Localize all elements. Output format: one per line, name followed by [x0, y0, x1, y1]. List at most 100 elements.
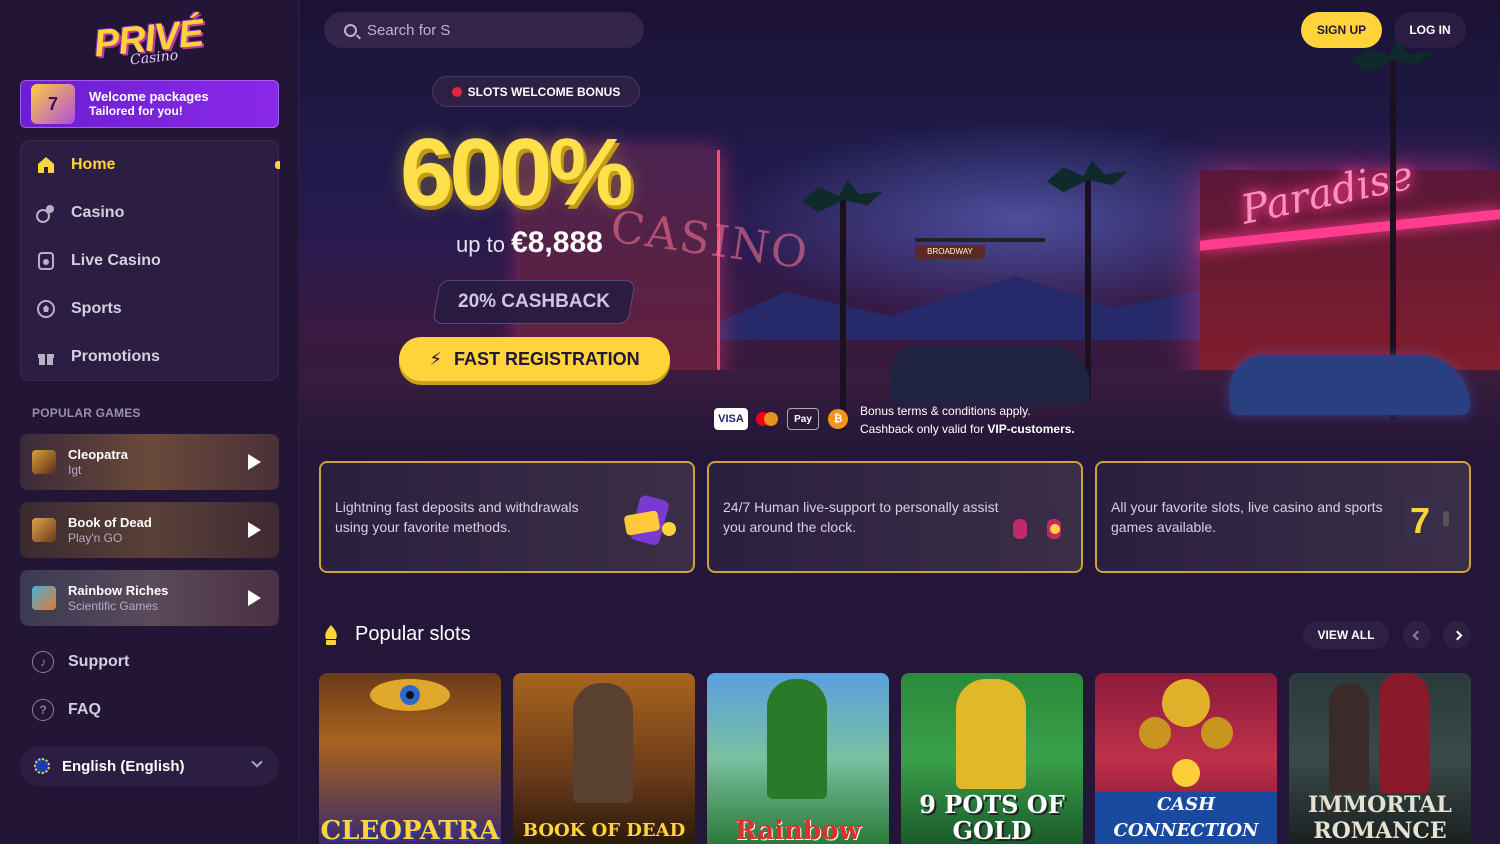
game-thumbnail [32, 586, 56, 610]
headset-icon [1007, 489, 1067, 549]
apple-pay-icon: Pay [787, 408, 819, 430]
game-thumbnail [32, 518, 56, 542]
game-name: Cleopatra [68, 446, 128, 462]
language-selector[interactable]: English (English) [20, 746, 279, 786]
eu-flag-icon [34, 758, 50, 774]
play-icon[interactable] [248, 522, 261, 538]
soccer-ball-icon [35, 298, 57, 320]
sign-up-button[interactable]: SIGN UP [1301, 12, 1382, 48]
slot-tile-cleopatra[interactable]: CLEOPATRA [319, 673, 501, 844]
street-sign: BROADWAY [915, 245, 985, 259]
popular-game-rainbow-riches[interactable]: Rainbow Riches Scientific Games [20, 570, 279, 626]
brand-logo[interactable]: PRIVÉ Casino [90, 12, 210, 70]
live-casino-icon [35, 250, 57, 272]
play-icon[interactable] [248, 590, 261, 606]
slot-title: CLEOPATRA [320, 816, 500, 844]
mastercard-icon [754, 408, 780, 430]
popular-games-heading: POPULAR GAMES [32, 406, 141, 420]
slot-title: IMMORTAL ROMANCE [1308, 792, 1452, 844]
nav-label-sports: Sports [71, 300, 122, 317]
popular-game-book-of-dead[interactable]: Book of Dead Play'n GO [20, 502, 279, 558]
fast-registration-button[interactable]: ⚡ FAST REGISTRATION [399, 337, 670, 381]
fast-registration-label: FAST REGISTRATION [453, 348, 640, 369]
flame-icon [322, 624, 340, 646]
feature-card-deposits: Lightning fast deposits and withdrawals … [319, 461, 695, 573]
game-name: Rainbow Riches [68, 582, 169, 598]
chevron-right-icon [1452, 630, 1462, 640]
carousel-next-button[interactable] [1443, 621, 1471, 649]
welcome-title: Welcome packages [89, 89, 209, 104]
visa-icon: VISA [714, 408, 748, 430]
casino-chip-icon [35, 202, 57, 224]
terms-line-2: Cashback only valid for VIP-customers. [860, 420, 1075, 438]
popular-game-cleopatra[interactable]: Cleopatra Igt [20, 434, 279, 490]
nav-label-casino: Casino [71, 204, 125, 221]
language-label: English (English) [62, 757, 185, 775]
feature-card-support: 24/7 Human live-support to personally as… [707, 461, 1083, 573]
wallet-phone-icon [619, 489, 679, 549]
search-input[interactable]: Search for S [324, 12, 644, 48]
game-name: Book of Dead [68, 514, 152, 530]
feature-text: 24/7 Human live-support to personally as… [723, 499, 999, 535]
slot-seven-icon: 7 [1395, 489, 1455, 549]
bonus-terms: Bonus terms & conditions apply. Cashback… [860, 402, 1075, 438]
faq-label: FAQ [68, 701, 101, 718]
play-icon[interactable] [248, 454, 261, 470]
slot-title: 9 POTS OF GOLD [919, 790, 1065, 844]
gold-coins-icon [1139, 679, 1233, 787]
bonus-percent: 600% [400, 119, 634, 226]
faq-link[interactable]: ? FAQ [32, 699, 101, 721]
character-illustration [1329, 683, 1369, 793]
chevron-left-icon [1412, 630, 1422, 640]
leprechaun-illustration [956, 679, 1026, 789]
explorer-figure-illustration [573, 683, 633, 803]
slot-tile-9-pots-of-gold[interactable]: 9 POTS OF GOLD [901, 673, 1083, 844]
nav-item-promotions[interactable]: Promotions [21, 333, 280, 381]
carousel-prev-button[interactable] [1403, 621, 1431, 649]
nav-item-casino[interactable]: Casino [21, 189, 280, 237]
feature-text: Lightning fast deposits and withdrawals … [335, 499, 579, 535]
search-placeholder: Search for S [367, 21, 451, 39]
traffic-light-pole [915, 238, 1045, 242]
leprechaun-illustration [767, 679, 827, 799]
nav-label-home: Home [71, 156, 116, 173]
slot-title: CASH CONNECTION [1095, 792, 1277, 844]
terms-line-1: Bonus terms & conditions apply. [860, 404, 1031, 418]
game-thumbnail [32, 450, 56, 474]
gift-icon [35, 346, 57, 368]
slots-welcome-bonus-tag: SLOTS WELCOME BONUS [432, 76, 640, 107]
feature-card-games: All your favorite slots, live casino and… [1095, 461, 1471, 573]
car-illustration [1230, 355, 1470, 415]
view-all-button[interactable]: VIEW ALL [1303, 621, 1389, 649]
question-icon: ? [32, 699, 54, 721]
bitcoin-icon: ₿ [828, 409, 848, 429]
feature-text: All your favorite slots, live casino and… [1111, 499, 1383, 535]
sidebar: PRIVÉ Casino 7 Welcome packages Tailored… [0, 0, 299, 844]
game-provider: Play'n GO [68, 530, 123, 545]
lightning-icon: ⚡ [429, 348, 442, 369]
cherry-icon [451, 86, 462, 97]
nav-item-sports[interactable]: Sports [21, 285, 280, 333]
slot-tile-immortal-romance[interactable]: IMMORTAL ROMANCE [1289, 673, 1471, 844]
upto-prefix: up to [456, 232, 505, 257]
active-indicator [275, 161, 280, 169]
cashback-label: 20% CASHBACK [457, 291, 611, 312]
bonus-tag-label: SLOTS WELCOME BONUS [467, 84, 621, 99]
game-provider: Igt [68, 462, 82, 477]
welcome-packages-banner[interactable]: 7 Welcome packages Tailored for you! [20, 80, 279, 128]
car-illustration [890, 345, 1090, 405]
log-in-button[interactable]: LOG IN [1394, 12, 1466, 48]
support-label: Support [68, 653, 130, 670]
upto-amount: €8,888 [511, 226, 603, 259]
nav-item-home[interactable]: Home [21, 141, 280, 189]
slot-tile-rainbow-riches[interactable]: Rainbow [707, 673, 889, 844]
nav-item-live-casino[interactable]: Live Casino [21, 237, 280, 285]
character-illustration [1379, 673, 1429, 793]
slot-title: BOOK OF DEAD [522, 820, 686, 841]
slot-tile-book-of-dead[interactable]: BOOK OF DEAD [513, 673, 695, 844]
support-link[interactable]: ♪ Support [32, 651, 129, 673]
nav-label-promotions: Promotions [71, 348, 160, 365]
slot-tile-cash-connection[interactable]: CASH CONNECTION [1095, 673, 1277, 844]
terms-line-2-bold: VIP-customers. [987, 422, 1075, 436]
bonus-amount: up to €8,888 [456, 226, 603, 260]
